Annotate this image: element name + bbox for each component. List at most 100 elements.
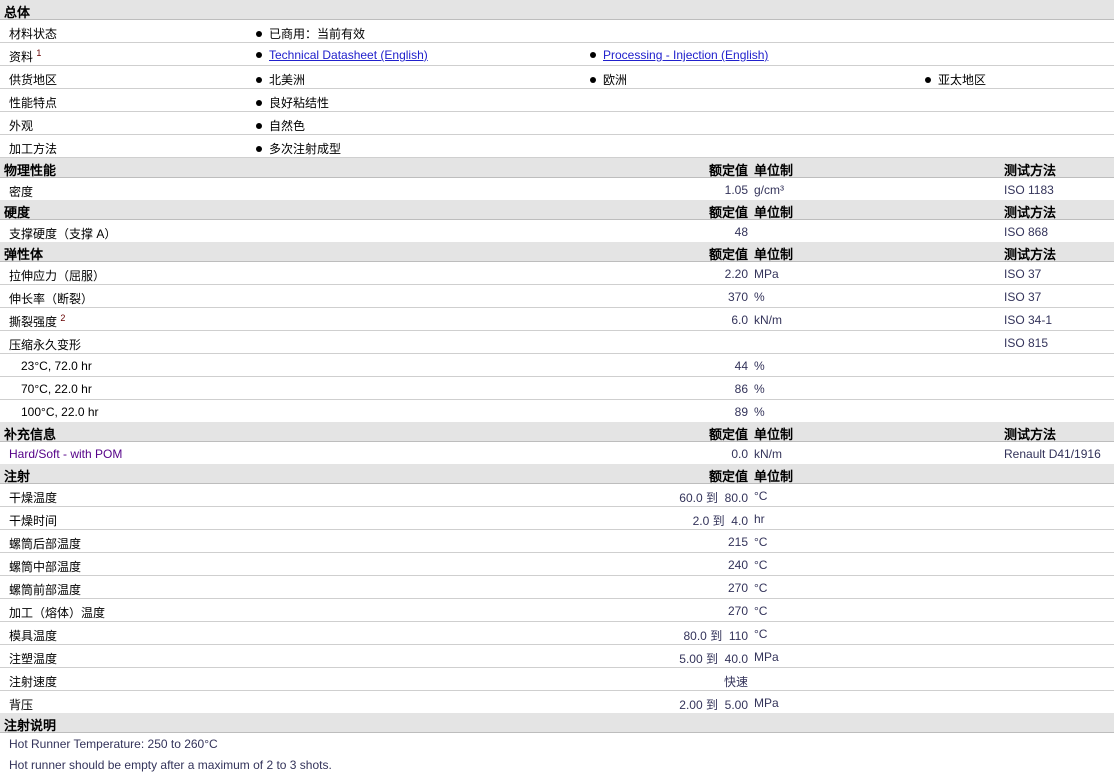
- section-header: 补充信息 额定值 单位制 测试方法: [0, 422, 1114, 442]
- property-row: 模具温度 80.0 到 110 °C: [0, 622, 1114, 645]
- label-text: 注塑温度: [9, 652, 58, 666]
- property-unit: °C: [754, 535, 768, 549]
- label-text: 螺筒前部温度: [9, 583, 82, 597]
- property-label: 撕裂强度 2: [9, 313, 65, 330]
- section-title: 总体: [4, 5, 31, 20]
- property-row: 背压 2.00 到 5.00 MPa: [0, 691, 1114, 713]
- property-unit: MPa: [754, 650, 779, 664]
- test-method: Renault D41/1916: [1004, 447, 1101, 461]
- footnote-marker[interactable]: 2: [60, 313, 65, 323]
- section-title: 注射: [4, 469, 31, 484]
- property-value: 0.0: [731, 447, 748, 461]
- note-text: Hot runner should be empty after a maxim…: [9, 758, 332, 772]
- bullet-item: 良好粘结性: [256, 94, 329, 111]
- property-label: 加工（熔体）温度: [9, 604, 105, 621]
- property-row: 拉伸应力（屈服） 2.20 MPa ISO 37: [0, 262, 1114, 285]
- section-header-notes: 注射说明: [0, 713, 1114, 733]
- datasheet-link[interactable]: Processing - Injection (English): [603, 48, 768, 62]
- property-value: 270: [727, 581, 748, 595]
- label-text: 性能特点: [9, 96, 58, 110]
- col-header-unit: 单位制: [754, 205, 794, 220]
- property-label: Hard/Soft - with POM: [9, 447, 122, 461]
- col-header-method: 测试方法: [1004, 163, 1057, 178]
- section-title: 注射说明: [4, 718, 57, 733]
- property-value: 89: [734, 405, 748, 419]
- row-label: 性能特点: [9, 94, 57, 111]
- footnote-marker[interactable]: 1: [36, 48, 41, 58]
- col-header-value: 额定值: [708, 427, 748, 442]
- label-text: 伸长率（断裂）: [9, 292, 94, 306]
- datasheet-link[interactable]: Technical Datasheet (English): [269, 48, 428, 62]
- row-label: 外观: [9, 117, 33, 134]
- col-header-value: 额定值: [708, 247, 748, 262]
- property-value: 2.0 到 4.0: [692, 514, 748, 528]
- section-title: 物理性能: [4, 163, 57, 178]
- property-unit: %: [754, 359, 765, 373]
- property-value: 60.0 到 80.0: [679, 491, 748, 505]
- label-text: 供货地区: [9, 73, 58, 87]
- section-header-general: 总体: [0, 0, 1114, 20]
- label-text: 螺筒中部温度: [9, 560, 82, 574]
- label-text: 70°C, 22.0 hr: [21, 382, 92, 396]
- property-value: 2.20: [724, 267, 748, 281]
- col-header-method: 测试方法: [1004, 247, 1057, 262]
- property-row: Hard/Soft - with POM 0.0 kN/m Renault D41/1…: [0, 442, 1114, 464]
- bullet-item: 已商用：当前有效: [256, 25, 365, 42]
- property-unit: MPa: [754, 267, 779, 281]
- label-text: 外观: [9, 119, 34, 133]
- col-header-method: 测试方法: [1004, 205, 1057, 220]
- label-text: 背压: [9, 698, 34, 712]
- label-text: 资料: [9, 50, 34, 64]
- label-text: 支撑硬度（支撑 A）: [9, 227, 117, 241]
- property-label: 干燥温度: [9, 489, 57, 506]
- property-row: 注塑温度 5.00 到 40.0 MPa: [0, 645, 1114, 668]
- property-label: 伸长率（断裂）: [9, 290, 93, 307]
- label-text: 加工（熔体）温度: [9, 606, 106, 620]
- property-row: 23°C, 72.0 hr 44%: [0, 354, 1114, 377]
- row-label: 材料状态: [9, 25, 57, 42]
- label-text: 加工方法: [9, 142, 58, 156]
- bullet-item: 多次注射成型: [256, 140, 341, 157]
- property-value: 80.0 到 110: [683, 629, 749, 643]
- test-method: ISO 1183: [1004, 183, 1054, 197]
- note-text: Hot Runner Temperature: 250 to 260°C: [9, 737, 218, 751]
- property-value: 5.00 到 40.0: [679, 652, 748, 666]
- datasheet: 总体材料状态 已商用：当前有效资料 1 Technical Datasheet (E…: [0, 0, 1114, 775]
- label-text: 撕裂强度: [9, 315, 58, 329]
- bullet-item: 北美洲: [256, 71, 305, 88]
- property-label: 螺筒后部温度: [9, 535, 81, 552]
- property-unit: g/cm³: [754, 183, 784, 197]
- property-row: 支撑硬度（支撑 A） 48 ISO 868: [0, 220, 1114, 242]
- label-text: 压缩永久变形: [9, 338, 82, 352]
- bullet-item: 自然色: [256, 117, 305, 134]
- property-row: 压缩永久变形 ISO 815: [0, 331, 1114, 354]
- property-label: 支撑硬度（支撑 A）: [9, 225, 116, 242]
- section-title: 硬度: [4, 205, 31, 220]
- test-method: ISO 37: [1004, 267, 1042, 281]
- label-text: 螺筒后部温度: [9, 537, 82, 551]
- col-header-value: 额定值: [708, 163, 748, 178]
- col-header-value: 额定值: [708, 469, 748, 484]
- note-line: Hot Runner Temperature: 250 to 260°C: [0, 733, 1114, 754]
- section-header: 弹性体 额定值 单位制 测试方法: [0, 242, 1114, 262]
- property-value: 44: [734, 359, 748, 373]
- property-unit: kN/m: [754, 313, 782, 327]
- property-row: 密度 1.05 g/cm³ ISO 1183: [0, 178, 1114, 200]
- col-header-unit: 单位制: [754, 469, 794, 484]
- property-label: 干燥时间: [9, 512, 57, 529]
- property-unit: %: [754, 382, 765, 396]
- property-label: 压缩永久变形: [9, 336, 81, 353]
- section-header: 注射 额定值 单位制: [0, 464, 1114, 484]
- property-row: 撕裂强度 2 6.0 kN/m ISO 34-1: [0, 308, 1114, 331]
- label-text: 100°C, 22.0 hr: [21, 405, 99, 419]
- test-method: ISO 868: [1004, 225, 1049, 239]
- property-value: 270: [727, 604, 748, 618]
- property-label: 螺筒前部温度: [9, 581, 81, 598]
- property-row: 螺筒中部温度 240 °C: [0, 553, 1114, 576]
- general-row: 外观 自然色: [0, 112, 1114, 135]
- property-value: 86: [734, 382, 748, 396]
- property-row: 干燥温度 60.0 到 80.0 °C: [0, 484, 1114, 507]
- property-row: 注射速度 快速: [0, 668, 1114, 691]
- col-header-unit: 单位制: [754, 247, 794, 262]
- property-row: 伸长率（断裂） 370% ISO 37: [0, 285, 1114, 308]
